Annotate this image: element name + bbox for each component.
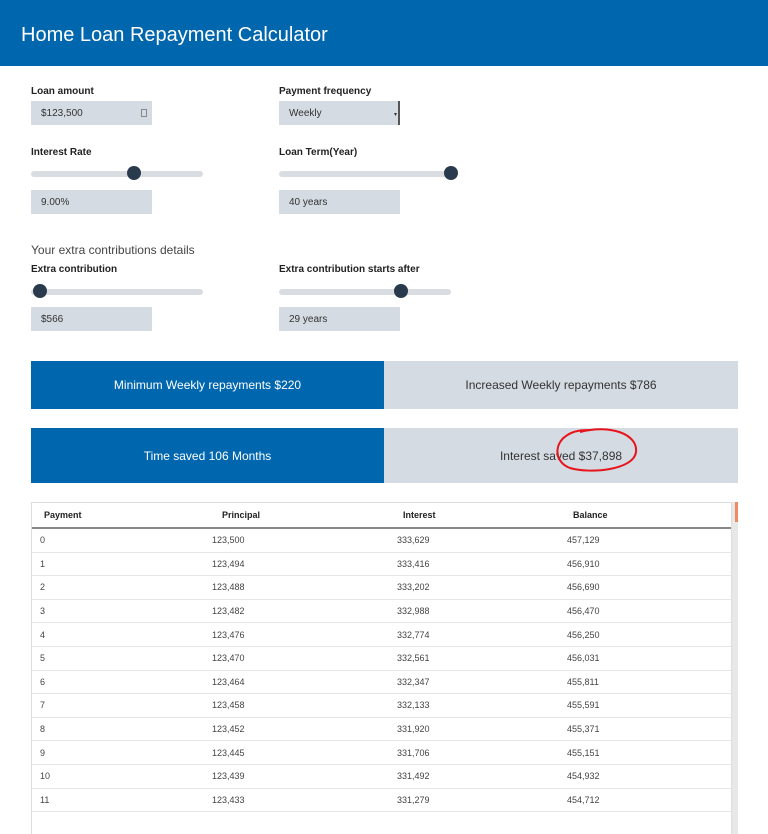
cell-principal: 123,452 — [212, 724, 245, 735]
loan-amount-label: Loan amount — [31, 86, 94, 97]
cell-interest: 332,347 — [397, 676, 430, 687]
cell-interest: 331,920 — [397, 724, 430, 735]
cell-interest: 333,202 — [397, 582, 430, 593]
table-header: Payment Principal Interest Balance — [32, 503, 731, 529]
interest-rate-field[interactable]: 9.00% — [31, 190, 152, 214]
cell-payment: 9 — [40, 747, 46, 758]
cell-principal: 123,470 — [212, 653, 245, 664]
table-row: 9 123,445 331,706 455,151 — [32, 741, 731, 765]
cell-interest: 331,279 — [397, 794, 430, 805]
table-row: 2 123,488 333,202 456,690 — [32, 576, 731, 600]
extra-contribution-label: Extra contribution — [31, 264, 118, 275]
cell-principal: 123,500 — [212, 535, 245, 546]
cell-balance: 455,811 — [567, 676, 599, 687]
cell-principal: 123,494 — [212, 558, 245, 569]
loan-amount-value: $123,500 — [41, 107, 83, 119]
extra-contribution-slider[interactable] — [31, 284, 203, 298]
cell-balance: 454,712 — [567, 794, 600, 805]
loan-term-label: Loan Term(Year) — [279, 147, 358, 158]
cell-balance: 457,129 — [567, 535, 600, 546]
col-principal[interactable]: Principal — [212, 510, 397, 520]
cell-interest: 332,133 — [397, 700, 430, 711]
cell-principal: 123,445 — [212, 747, 245, 758]
extra-start-slider[interactable] — [279, 284, 451, 298]
increased-repayments-panel: Increased Weekly repayments $786 — [384, 361, 738, 409]
dropdown-arrow-icon: ▾ — [393, 112, 397, 118]
interest-rate-label: Interest Rate — [31, 147, 92, 158]
cell-balance: 456,031 — [567, 653, 600, 664]
cell-interest: 332,774 — [397, 629, 430, 640]
cell-payment: 3 — [40, 606, 46, 617]
cell-balance: 456,470 — [567, 606, 600, 617]
slider-thumb[interactable] — [32, 284, 47, 298]
page-title: Home Loan Repayment Calculator — [21, 24, 328, 46]
extra-start-field[interactable]: 29 years — [279, 307, 400, 331]
cell-payment: 4 — [40, 629, 46, 640]
cell-payment: 1 — [40, 558, 46, 569]
cell-balance: 456,690 — [567, 582, 600, 593]
payment-frequency-label: Payment frequency — [279, 86, 372, 97]
payment-frequency-value: Weekly — [289, 107, 322, 119]
time-saved-panel: Time saved 106 Months — [31, 428, 384, 483]
cell-principal: 123,458 — [212, 700, 245, 711]
slider-thumb[interactable] — [127, 166, 142, 180]
table-row: 11 123,433 331,279 454,712 — [32, 789, 731, 813]
cell-interest: 331,492 — [397, 771, 430, 782]
extra-contributions-heading: Your extra contributions details — [31, 243, 195, 257]
cell-balance: 456,910 — [567, 558, 600, 569]
slider-thumb[interactable] — [394, 284, 409, 298]
spinner-icon[interactable] — [141, 109, 147, 117]
table-row: 8 123,452 331,920 455,371 — [32, 718, 731, 742]
interest-rate-slider[interactable] — [31, 166, 203, 180]
table-scrollbar[interactable] — [732, 502, 738, 834]
cell-payment: 8 — [40, 724, 46, 735]
cell-balance: 455,151 — [567, 747, 600, 758]
cell-principal: 123,482 — [212, 606, 245, 617]
cell-principal: 123,464 — [212, 676, 245, 687]
cell-principal: 123,439 — [212, 771, 245, 782]
loan-term-slider[interactable] — [279, 166, 458, 180]
table-row: 0 123,500 333,629 457,129 — [32, 529, 731, 553]
cell-principal: 123,433 — [212, 794, 245, 805]
payment-frequency-select[interactable]: Weekly ▾ — [279, 101, 400, 125]
table-row: 6 123,464 332,347 455,811 — [32, 671, 731, 695]
cell-payment: 5 — [40, 653, 46, 664]
cell-principal: 123,488 — [212, 582, 245, 593]
cell-balance: 455,591 — [567, 700, 600, 711]
cell-payment: 0 — [40, 535, 46, 546]
col-interest[interactable]: Interest — [397, 510, 567, 520]
cell-balance: 456,250 — [567, 629, 600, 640]
col-balance[interactable]: Balance — [567, 510, 727, 520]
cell-balance: 455,371 — [567, 724, 600, 735]
table-row: 3 123,482 332,988 456,470 — [32, 600, 731, 624]
app-header: Home Loan Repayment Calculator — [0, 0, 768, 66]
table-row: 1 123,494 333,416 456,910 — [32, 553, 731, 577]
cell-payment: 6 — [40, 676, 46, 687]
slider-thumb[interactable] — [444, 166, 458, 180]
extra-start-label: Extra contribution starts after — [279, 264, 420, 275]
loan-term-field[interactable]: 40 years — [279, 190, 400, 214]
cell-payment: 10 — [40, 771, 51, 782]
cell-payment: 7 — [40, 700, 46, 711]
cell-interest: 331,706 — [397, 747, 430, 758]
red-circle-annotation — [556, 428, 638, 472]
table-row: 4 123,476 332,774 456,250 — [32, 623, 731, 647]
cell-principal: 123,476 — [212, 629, 245, 640]
cell-payment: 11 — [40, 794, 50, 805]
table-row: 10 123,439 331,492 454,932 — [32, 765, 731, 789]
cell-balance: 454,932 — [567, 771, 600, 782]
cell-interest: 333,416 — [397, 558, 430, 569]
cell-payment: 2 — [40, 582, 46, 593]
min-repayments-panel: Minimum Weekly repayments $220 — [31, 361, 384, 409]
col-payment[interactable]: Payment — [32, 510, 212, 520]
cell-interest: 332,561 — [397, 653, 430, 664]
loan-amount-input[interactable]: $123,500 — [31, 101, 152, 125]
table-row: 5 123,470 332,561 456,031 — [32, 647, 731, 671]
cell-interest: 333,629 — [397, 535, 430, 546]
table-row: 7 123,458 332,133 455,591 — [32, 694, 731, 718]
extra-contribution-field[interactable]: $566 — [31, 307, 152, 331]
amortization-table: Payment Principal Interest Balance 0 123,… — [31, 502, 732, 834]
scrollbar-thumb[interactable] — [735, 502, 738, 522]
cell-interest: 332,988 — [397, 606, 430, 617]
